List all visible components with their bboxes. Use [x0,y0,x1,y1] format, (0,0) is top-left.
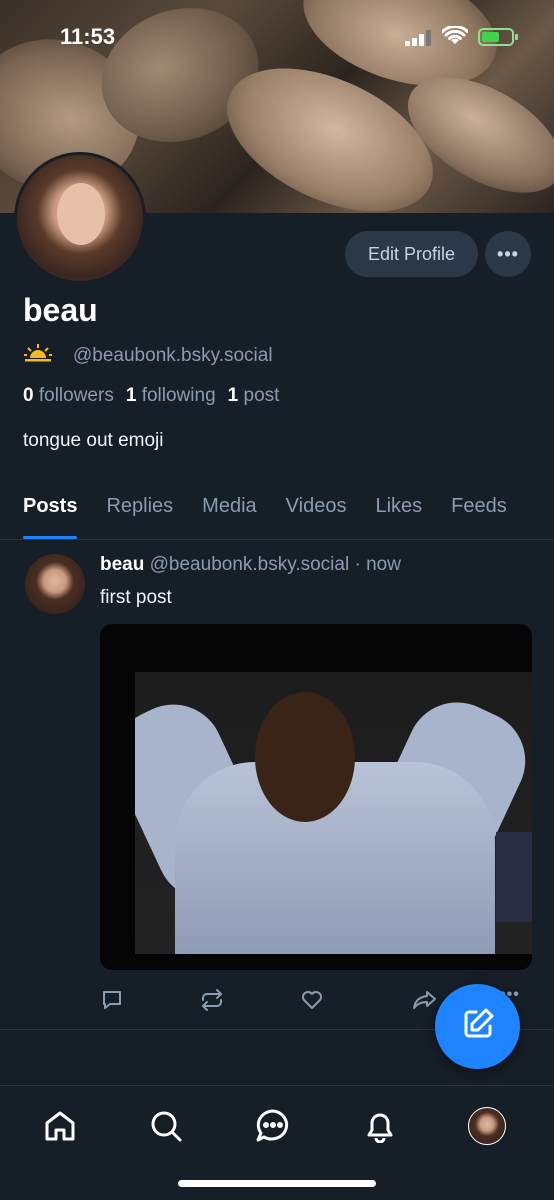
following-stat[interactable]: 1 following [126,385,216,407]
posts-stat: 1 post [227,385,280,406]
compose-button[interactable] [435,984,520,1069]
cellular-signal-icon [405,30,431,46]
profile-tabs: Posts Replies Media Videos Likes Feeds [0,478,554,540]
tab-videos[interactable]: Videos [286,478,347,539]
repost-icon[interactable] [200,988,224,1017]
nav-search-icon[interactable] [146,1106,186,1146]
nav-notifications-icon[interactable] [360,1106,400,1146]
post-author-avatar[interactable] [25,554,85,614]
profile-avatar[interactable] [14,152,146,284]
post-gif-image[interactable] [100,624,532,970]
profile-bio: tongue out emoji [23,430,164,451]
avatar-face [57,183,105,245]
profile-stats: 0 followers 1 following 1 post [23,385,279,407]
tab-feeds[interactable]: Feeds [451,478,507,539]
post-author-handle[interactable]: @beaubonk.bsky.social [150,554,350,575]
heart-icon[interactable] [300,988,324,1017]
status-time: 11:53 [60,24,116,49]
profile-display-name: beau [23,292,98,328]
followers-stat[interactable]: 0 followers [23,385,114,407]
post-separator: · [354,554,361,575]
nav-home-icon[interactable] [40,1106,80,1146]
compose-icon [460,1006,496,1047]
wifi-icon [441,24,469,51]
profile-handle: @beaubonk.bsky.social [73,345,273,366]
tab-posts[interactable]: Posts [23,478,78,539]
feed-post[interactable]: beau @beaubonk.bsky.social · now first p… [0,540,554,1030]
post-header: beau @beaubonk.bsky.social · now [100,554,401,576]
post-timestamp: now [366,554,401,575]
nav-chat-icon[interactable] [253,1106,293,1146]
tab-media[interactable]: Media [202,478,256,539]
share-icon[interactable] [412,988,438,1017]
battery-icon [478,28,518,46]
post-author-name[interactable]: beau [100,554,144,575]
home-indicator [178,1180,376,1187]
nav-profile-avatar[interactable] [467,1106,507,1146]
profile-more-button[interactable]: ••• [485,231,531,277]
sunrise-emoji-icon [23,342,53,370]
reply-icon[interactable] [100,988,124,1017]
post-text: first post [100,587,172,608]
nav-avatar-image [468,1107,506,1145]
tab-replies[interactable]: Replies [106,478,173,539]
tab-likes[interactable]: Likes [375,478,422,539]
status-bar: 11:53 [0,0,554,70]
gif-content [135,672,532,954]
profile-handle-row: @beaubonk.bsky.social [23,342,273,370]
edit-profile-button[interactable]: Edit Profile [345,231,478,277]
